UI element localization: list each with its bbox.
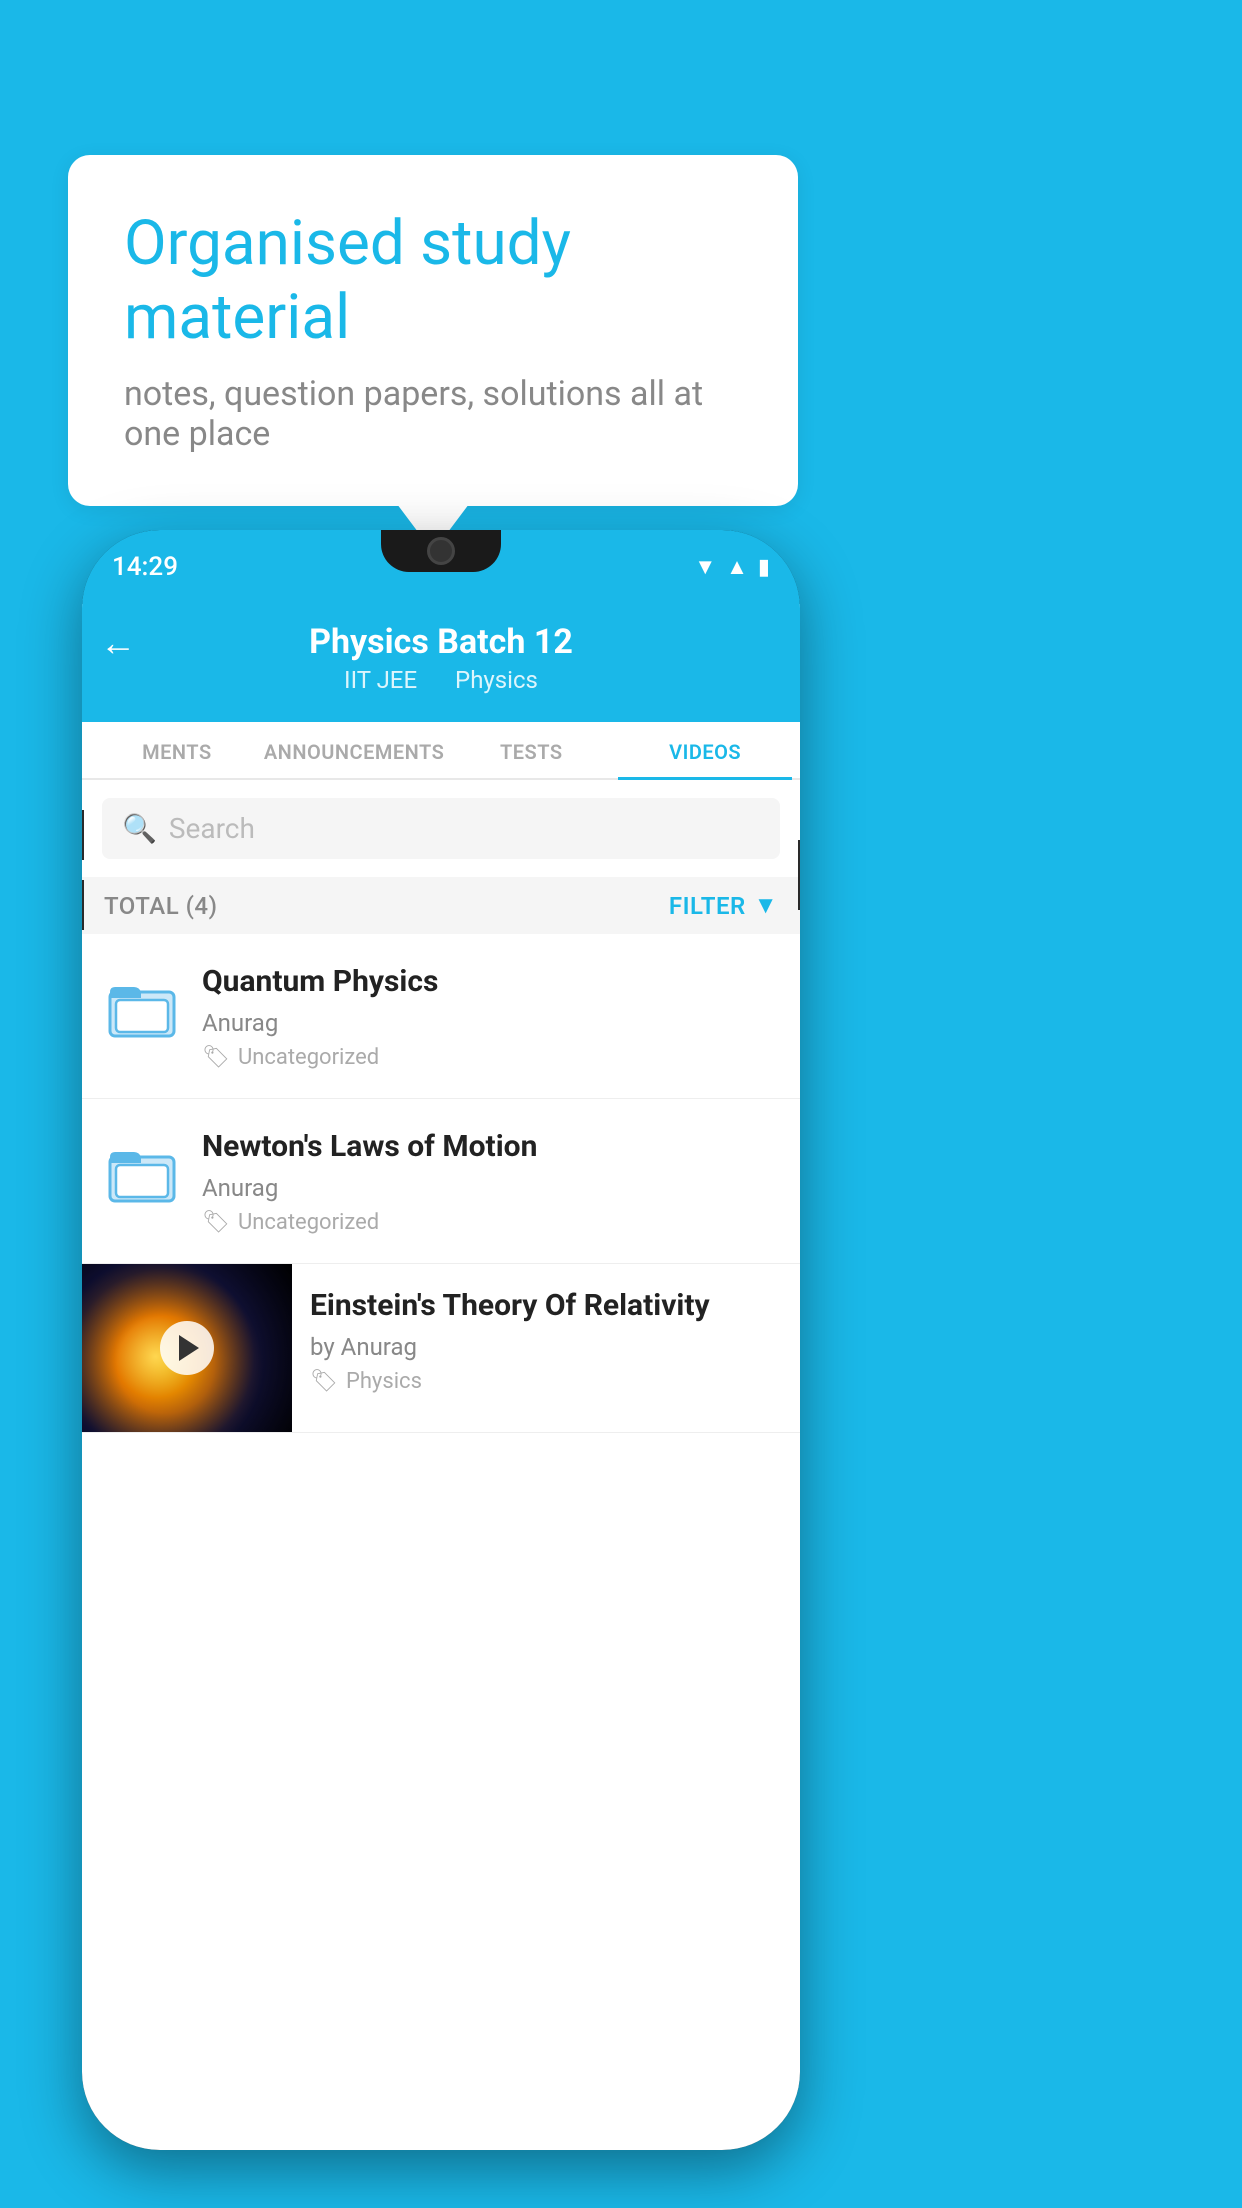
video-info-1: Quantum Physics Anurag 🏷 Uncategorized xyxy=(202,962,780,1070)
filter-row: TOTAL (4) FILTER ▼ xyxy=(82,877,800,934)
status-icons: ▼ ▲ ▮ xyxy=(694,554,770,580)
video-author-1: Anurag xyxy=(202,1009,780,1037)
total-count: TOTAL (4) xyxy=(104,892,217,920)
speech-bubble-container: Organised study material notes, question… xyxy=(68,155,798,506)
tag-text-1: Uncategorized xyxy=(238,1045,379,1070)
bubble-subtitle: notes, question papers, solutions all at… xyxy=(124,374,742,454)
volume-down-button xyxy=(82,880,84,930)
subtitle-iitjee: IIT JEE xyxy=(344,666,417,694)
search-bar[interactable]: 🔍 Search xyxy=(102,798,780,859)
tab-announcements[interactable]: ANNOUNCEMENTS xyxy=(264,722,445,778)
battery-icon: ▮ xyxy=(758,555,770,580)
header-title-area: ← Physics Batch 12 IIT JEE Physics xyxy=(82,622,800,722)
search-icon: 🔍 xyxy=(122,812,157,845)
signal-icon: ▲ xyxy=(726,554,748,580)
video-list: Quantum Physics Anurag 🏷 Uncategorized xyxy=(82,934,800,1433)
search-placeholder: Search xyxy=(169,812,255,845)
play-button-3[interactable] xyxy=(160,1321,214,1375)
tab-tests[interactable]: TESTS xyxy=(444,722,618,778)
bubble-title: Organised study material xyxy=(124,207,742,356)
page-title: Physics Batch 12 xyxy=(309,622,573,662)
video-tag-3: 🏷 Physics xyxy=(310,1369,780,1394)
filter-button[interactable]: FILTER ▼ xyxy=(669,891,778,920)
tag-text-3: Physics xyxy=(346,1369,422,1394)
app-header: ← Physics Batch 12 IIT JEE Physics xyxy=(82,604,800,722)
phone-notch xyxy=(381,530,501,572)
tab-ments[interactable]: MENTS xyxy=(90,722,264,778)
video-info-2: Newton's Laws of Motion Anurag 🏷 Uncateg… xyxy=(202,1127,780,1235)
tab-videos[interactable]: VIDEOS xyxy=(618,722,792,778)
search-container: 🔍 Search xyxy=(82,780,800,877)
video-author-3: by Anurag xyxy=(310,1333,780,1361)
back-button[interactable]: ← xyxy=(100,622,136,664)
page-subtitle: IIT JEE Physics xyxy=(309,666,573,694)
video-author-2: Anurag xyxy=(202,1174,780,1202)
phone-device: 14:29 ▼ ▲ ▮ ← Physics Batch 12 IIT JEE xyxy=(82,530,800,2150)
power-button xyxy=(798,840,800,910)
wifi-icon: ▼ xyxy=(694,554,716,580)
video-title-1: Quantum Physics xyxy=(202,962,780,1001)
speech-bubble: Organised study material notes, question… xyxy=(68,155,798,506)
list-item[interactable]: Einstein's Theory Of Relativity by Anura… xyxy=(82,1264,800,1433)
play-triangle-icon xyxy=(179,1335,199,1361)
filter-label: FILTER xyxy=(669,892,746,920)
tag-icon-2: 🏷 xyxy=(202,1210,230,1235)
video-title-2: Newton's Laws of Motion xyxy=(202,1127,780,1166)
tab-bar: MENTS ANNOUNCEMENTS TESTS VIDEOS xyxy=(82,722,800,780)
tag-icon-3: 🏷 xyxy=(310,1369,338,1394)
video-title-3: Einstein's Theory Of Relativity xyxy=(310,1286,780,1325)
list-item[interactable]: Quantum Physics Anurag 🏷 Uncategorized xyxy=(82,934,800,1099)
subtitle-physics: Physics xyxy=(455,666,538,694)
video-tag-2: 🏷 Uncategorized xyxy=(202,1210,780,1235)
tag-text-2: Uncategorized xyxy=(238,1210,379,1235)
status-bar: 14:29 ▼ ▲ ▮ xyxy=(82,530,800,604)
video-thumbnail-3 xyxy=(82,1264,292,1432)
video-folder-icon-2 xyxy=(102,1133,182,1213)
phone-screen: ← Physics Batch 12 IIT JEE Physics MENTS xyxy=(82,604,800,2150)
volume-up-button xyxy=(82,810,84,860)
status-time: 14:29 xyxy=(112,552,178,582)
video-folder-icon-1 xyxy=(102,968,182,1048)
list-item[interactable]: Newton's Laws of Motion Anurag 🏷 Uncateg… xyxy=(82,1099,800,1264)
video-tag-1: 🏷 Uncategorized xyxy=(202,1045,780,1070)
filter-icon: ▼ xyxy=(754,891,778,920)
tag-icon-1: 🏷 xyxy=(202,1045,230,1070)
video-info-3: Einstein's Theory Of Relativity by Anura… xyxy=(292,1264,780,1416)
